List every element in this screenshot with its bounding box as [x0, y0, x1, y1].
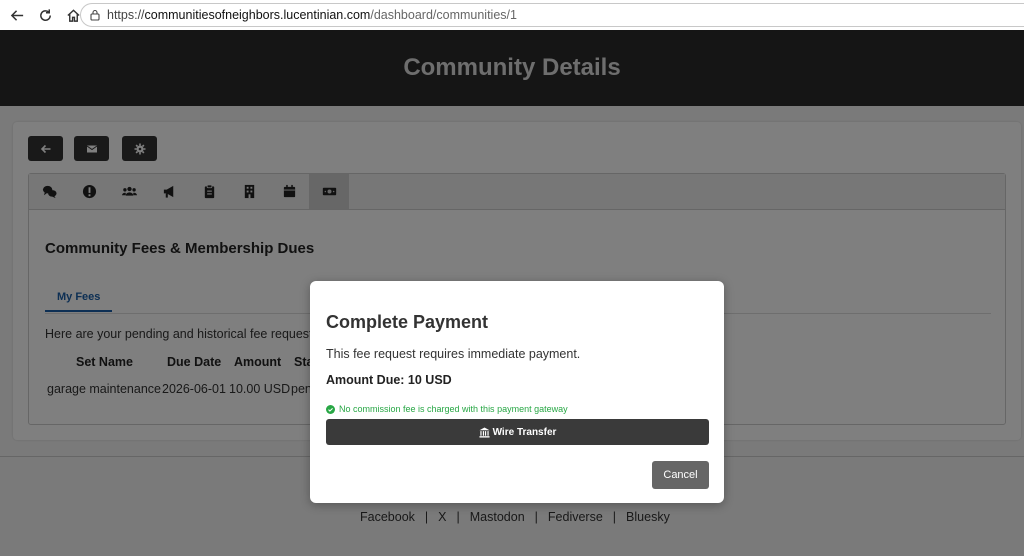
- url-protocol: https://: [107, 8, 145, 22]
- lock-icon: [90, 9, 100, 21]
- address-bar[interactable]: https://communitiesofneighbors.lucentini…: [80, 3, 1024, 27]
- arrow-left-icon: [10, 9, 23, 21]
- reload-icon: [39, 8, 51, 21]
- url-host: communitiesofneighbors.lucentinian.com: [144, 8, 371, 22]
- commission-note-text: No commission fee is charged with this p…: [339, 404, 568, 414]
- browser-reload-button[interactable]: [34, 4, 56, 26]
- check-circle-icon: [326, 404, 335, 414]
- payment-modal: Complete Payment This fee request requir…: [310, 281, 724, 503]
- cancel-button[interactable]: Cancel: [652, 461, 709, 489]
- modal-description: This fee request requires immediate paym…: [326, 347, 581, 361]
- bank-icon: [479, 426, 490, 438]
- wire-transfer-label: Wire Transfer: [492, 426, 557, 438]
- modal-title: Complete Payment: [326, 312, 489, 332]
- browser-toolbar: https://communitiesofneighbors.lucentini…: [0, 0, 1024, 30]
- home-icon: [66, 8, 80, 22]
- commission-note: No commission fee is charged with this p…: [326, 404, 568, 414]
- browser-back-button[interactable]: [6, 4, 28, 26]
- url-path: /dashboard/communities/1: [370, 8, 517, 22]
- amount-due: Amount Due: 10 USD: [326, 373, 452, 387]
- wire-transfer-button[interactable]: Wire Transfer: [326, 419, 709, 445]
